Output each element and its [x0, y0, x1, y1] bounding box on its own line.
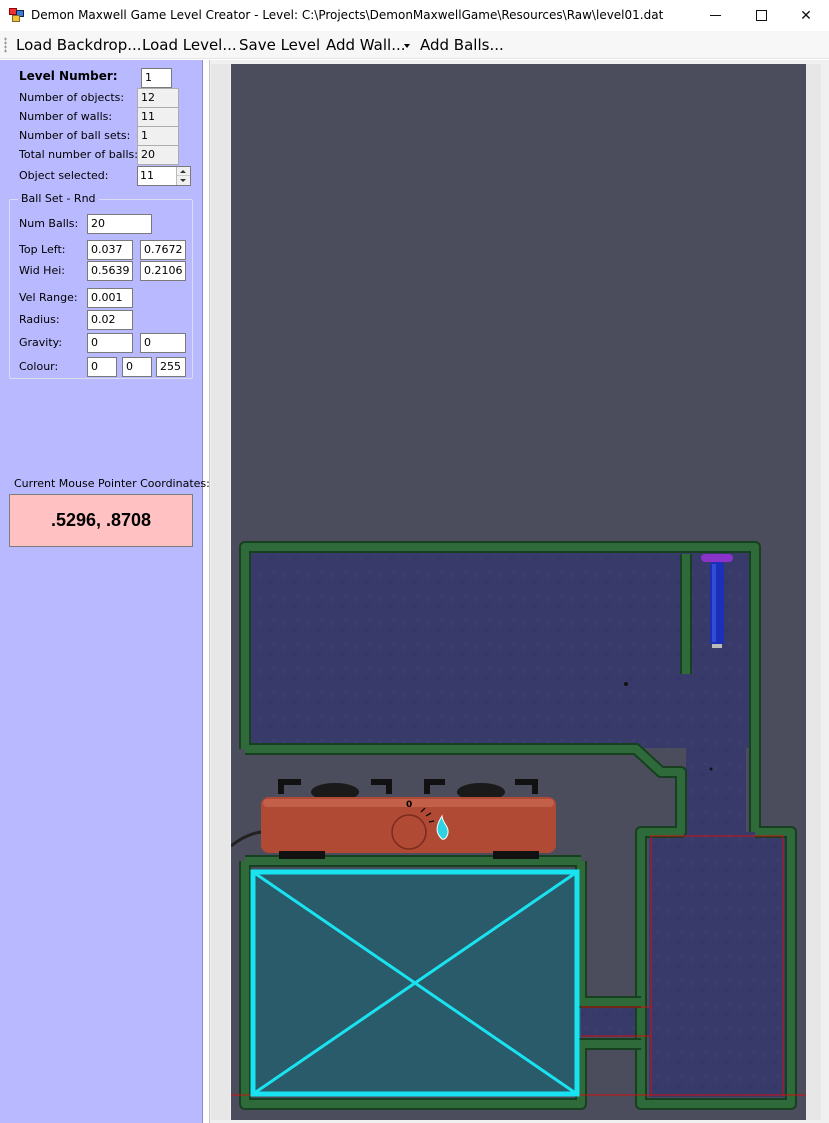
stove-dial-mark: 0 — [406, 800, 412, 810]
ball-set-group: Ball Set - Rnd Num Balls: 20 Top Left: 0… — [9, 192, 193, 379]
top-left-y-input[interactable]: 0.7672 — [140, 240, 186, 260]
mouse-coords-display: .5296, .8708 — [9, 494, 193, 547]
close-icon: ✕ — [800, 7, 812, 24]
object-selected-value: 11 — [140, 169, 154, 182]
save-level-menu[interactable]: Save Level — [239, 36, 320, 54]
speck — [709, 767, 713, 771]
wid-hei-label: Wid Hei: — [19, 264, 65, 277]
vel-range-label: Vel Range: — [19, 291, 78, 304]
minimize-icon — [709, 15, 721, 16]
menu-bar: Load Backdrop... Load Level... Save Leve… — [0, 31, 829, 59]
colour-label: Colour: — [19, 360, 59, 373]
canvas-scrollbar[interactable] — [806, 64, 821, 1120]
right-foot — [493, 851, 539, 859]
load-backdrop-menu[interactable]: Load Backdrop... — [16, 36, 142, 54]
num-walls-field: 11 — [137, 107, 179, 127]
gravity-y-input[interactable]: 0 — [140, 333, 186, 353]
num-balls-label: Num Balls: — [19, 217, 79, 230]
add-wall-dropdown-icon[interactable] — [404, 44, 410, 48]
add-wall-menu[interactable]: Add Wall... — [326, 36, 406, 54]
num-objects-field: 12 — [137, 88, 179, 108]
radius-label: Radius: — [19, 313, 60, 326]
spin-up-icon[interactable] — [177, 167, 190, 176]
speck — [624, 682, 628, 686]
ball-set-title: Ball Set - Rnd — [18, 192, 99, 205]
piston-cap — [701, 554, 733, 562]
num-objects-label: Number of objects: — [19, 91, 125, 104]
spin-down-icon[interactable] — [177, 176, 190, 185]
level-canvas[interactable]: 0 — [231, 64, 806, 1120]
colour-r-input[interactable]: 0 — [87, 357, 117, 377]
app-icon — [9, 8, 25, 22]
level-number-input[interactable]: 1 — [141, 68, 172, 88]
object-selected-stepper[interactable]: 11 — [137, 166, 191, 186]
num-balls-input[interactable]: 20 — [87, 214, 152, 234]
top-chamber — [246, 551, 754, 748]
piston-highlight — [712, 564, 716, 642]
right-chamber — [649, 832, 789, 1097]
vel-range-input[interactable]: 0.001 — [87, 288, 133, 308]
radius-input[interactable]: 0.02 — [87, 310, 133, 330]
piston-tip — [712, 644, 722, 648]
gravity-x-input[interactable]: 0 — [87, 333, 133, 353]
gravity-label: Gravity: — [19, 336, 63, 349]
colour-g-input[interactable]: 0 — [122, 357, 152, 377]
close-button[interactable]: ✕ — [783, 0, 829, 31]
minimize-button[interactable] — [692, 0, 738, 31]
maximize-button[interactable] — [738, 0, 784, 31]
properties-panel: Level Number: 1 Number of objects: 12 Nu… — [0, 60, 210, 1123]
window-title: Demon Maxwell Game Level Creator - Level… — [31, 8, 664, 22]
num-walls-label: Number of walls: — [19, 110, 113, 123]
add-balls-menu[interactable]: Add Balls... — [420, 36, 504, 54]
mouse-coords-label: Current Mouse Pointer Coordinates: — [14, 477, 210, 490]
maximize-icon — [755, 10, 767, 21]
num-ball-sets-field: 1 — [137, 126, 179, 146]
top-left-x-input[interactable]: 0.037 — [87, 240, 133, 260]
height-input[interactable]: 0.2106 — [140, 261, 186, 281]
toolbar-grip-icon[interactable] — [4, 37, 7, 53]
top-left-label: Top Left: — [19, 243, 66, 256]
width-input[interactable]: 0.5639 — [87, 261, 133, 281]
total-balls-field: 20 — [137, 145, 179, 165]
colour-b-input[interactable]: 255 — [156, 357, 186, 377]
level-number-label: Level Number: — [19, 69, 118, 83]
num-ball-sets-label: Number of ball sets: — [19, 129, 131, 142]
canvas-left-margin — [211, 64, 230, 1120]
load-level-menu[interactable]: Load Level... — [142, 36, 237, 54]
object-selected-label: Object selected: — [19, 169, 109, 182]
left-foot — [279, 851, 325, 859]
total-balls-label: Total number of balls: — [19, 148, 138, 161]
title-bar: Demon Maxwell Game Level Creator - Level… — [0, 0, 829, 31]
